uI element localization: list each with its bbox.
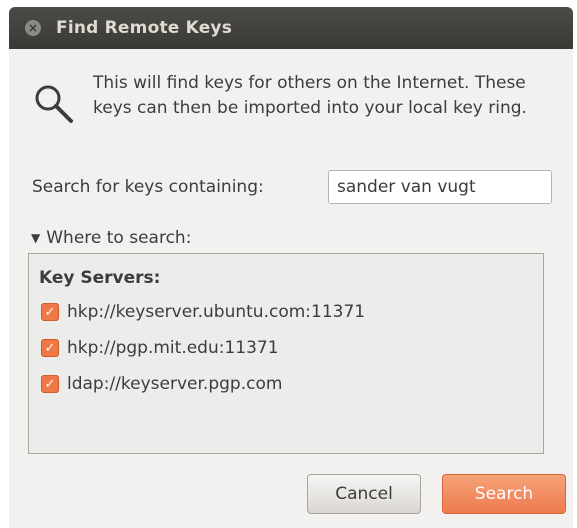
search-input[interactable]	[328, 170, 552, 204]
key-server-item[interactable]: ✓ hkp://pgp.mit.edu:11371	[41, 338, 279, 358]
key-server-item[interactable]: ✓ hkp://keyserver.ubuntu.com:11371	[41, 302, 365, 322]
checkbox-checked-icon[interactable]: ✓	[41, 375, 59, 393]
titlebar[interactable]: × Find Remote Keys	[9, 7, 573, 49]
key-server-item[interactable]: ✓ ldap://keyserver.pgp.com	[41, 374, 282, 394]
intro-text: This will find keys for others on the In…	[93, 73, 527, 118]
where-to-search-expander[interactable]: ▼ Where to search:	[31, 228, 191, 248]
find-remote-keys-dialog: × Find Remote Keys This will find keys f…	[9, 7, 573, 528]
search-label: Search for keys containing:	[32, 177, 264, 197]
checkbox-checked-icon[interactable]: ✓	[41, 303, 59, 321]
triangle-down-icon: ▼	[31, 231, 41, 245]
where-to-search-label: Where to search:	[46, 228, 192, 248]
search-button[interactable]: Search	[442, 474, 566, 514]
close-icon[interactable]: ×	[25, 20, 41, 36]
key-server-label: hkp://keyserver.ubuntu.com:11371	[67, 302, 366, 322]
key-server-label: hkp://pgp.mit.edu:11371	[67, 338, 279, 358]
window-title: Find Remote Keys	[56, 18, 233, 38]
intro-section: This will find keys for others on the In…	[31, 71, 543, 127]
magnifier-icon	[35, 85, 73, 123]
key-server-label: ldap://keyserver.pgp.com	[67, 374, 283, 394]
search-row: Search for keys containing:	[32, 170, 552, 204]
cancel-button[interactable]: Cancel	[307, 474, 421, 514]
key-servers-heading: Key Servers:	[39, 268, 161, 288]
key-servers-panel: Key Servers: ✓ hkp://keyserver.ubuntu.co…	[28, 253, 544, 454]
checkbox-checked-icon[interactable]: ✓	[41, 339, 59, 357]
